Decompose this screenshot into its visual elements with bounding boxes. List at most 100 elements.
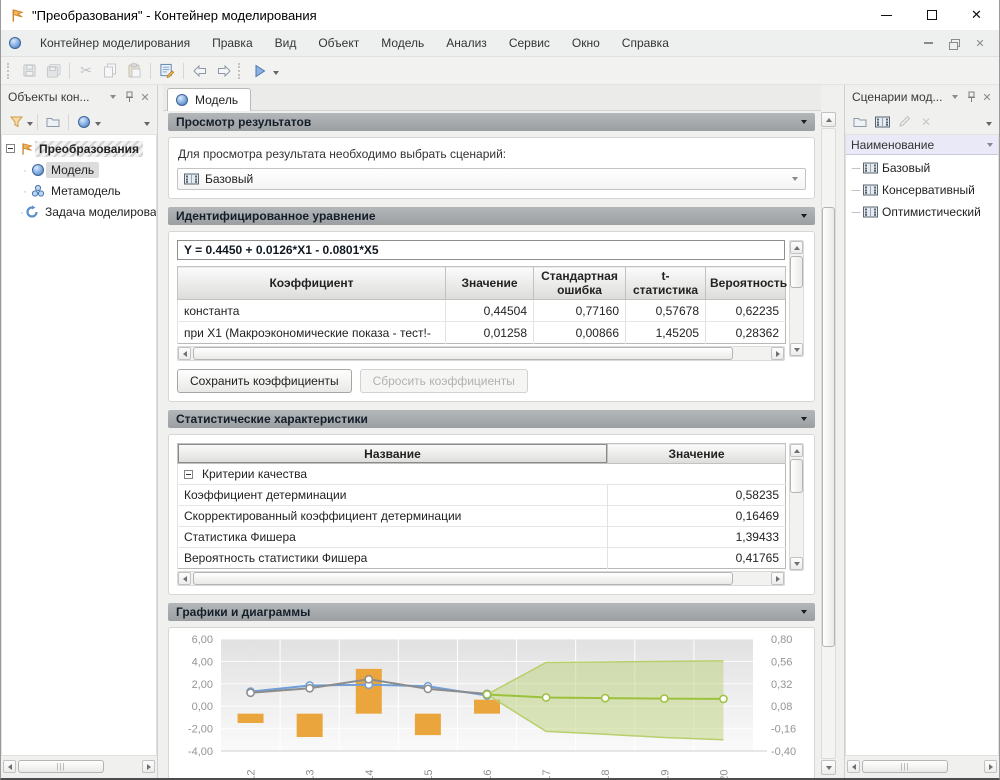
stats-vscrollbar[interactable] <box>789 443 804 571</box>
main-vscrollbar[interactable] <box>821 112 837 775</box>
collapse-section-icon[interactable] <box>801 214 807 218</box>
list-item-conservative[interactable]: ─ Консервативный <box>850 179 998 201</box>
close-button[interactable]: ✕ <box>954 0 999 30</box>
scroll-up-icon[interactable] <box>821 112 836 127</box>
scroll-left-icon[interactable] <box>178 572 191 585</box>
mdi-close-button[interactable]: ✕ <box>967 33 993 53</box>
col-coefficient[interactable]: Коэффициент <box>178 267 446 300</box>
scroll-right-icon[interactable] <box>142 760 155 773</box>
table-row[interactable]: константа 0,44504 0,77160 0,57678 0,6223… <box>178 300 786 322</box>
menu-analysis[interactable]: Анализ <box>435 32 498 54</box>
menu-object[interactable]: Объект <box>307 32 370 54</box>
collapse-group-icon[interactable] <box>184 470 193 479</box>
scroll-left-icon[interactable] <box>3 760 16 773</box>
scroll-left-icon[interactable] <box>178 347 191 360</box>
combo-caret-icon[interactable] <box>792 177 798 181</box>
col-value[interactable]: Значение <box>608 444 786 464</box>
folder-icon[interactable] <box>42 111 64 133</box>
mdi-minimize-button[interactable] <box>915 33 941 53</box>
scroll-down-icon[interactable] <box>821 760 836 775</box>
table-row[interactable]: Вероятность статистики Фишера0,41765 <box>178 548 786 569</box>
run-dropdown-caret-icon[interactable] <box>273 64 279 78</box>
equation-hscrollbar[interactable] <box>177 346 785 361</box>
maximize-button[interactable] <box>909 0 954 30</box>
filter-caret-icon[interactable] <box>27 115 33 129</box>
collapse-section-icon[interactable] <box>801 610 807 614</box>
menu-service[interactable]: Сервис <box>498 32 561 54</box>
collapse-section-icon[interactable] <box>801 120 807 124</box>
forward-icon[interactable] <box>212 60 236 82</box>
mdi-restore-button[interactable] <box>941 33 967 53</box>
back-icon[interactable] <box>188 60 212 82</box>
reset-coefficients-button[interactable]: Сбросить коэффициенты <box>360 369 528 393</box>
edit-pencil-icon[interactable] <box>893 111 915 133</box>
table-row[interactable]: при X1 (Макроэкономические показа - тест… <box>178 322 786 344</box>
list-item-basic[interactable]: ─ Базовый <box>850 157 998 179</box>
menu-window[interactable]: Окно <box>561 32 611 54</box>
section-header-charts[interactable]: Графики и диаграммы <box>168 603 815 621</box>
tab-model[interactable]: Модель <box>167 88 251 111</box>
col-name[interactable]: Название <box>178 444 608 464</box>
column-caret-icon[interactable] <box>987 143 993 147</box>
section-header-stats[interactable]: Статистические характеристики <box>168 410 815 428</box>
save-coefficients-button[interactable]: Сохранить коэффициенты <box>177 369 352 393</box>
paste-icon[interactable] <box>122 60 146 82</box>
list-item-optimistic[interactable]: ─ Оптимистический <box>850 201 998 223</box>
save-icon[interactable] <box>17 60 41 82</box>
model-filter-icon[interactable] <box>73 111 95 133</box>
section-header-results[interactable]: Просмотр результатов <box>168 113 815 131</box>
right-toolbar-caret-icon[interactable] <box>986 115 992 129</box>
tree-item-metamodel[interactable]: · Метамодель <box>6 180 156 201</box>
menu-container[interactable]: Контейнер моделирования <box>29 32 201 54</box>
equation-vscrollbar[interactable] <box>789 240 804 357</box>
run-icon[interactable] <box>248 60 272 82</box>
scroll-right-icon[interactable] <box>984 760 997 773</box>
cut-icon[interactable]: ✂ <box>74 60 98 82</box>
close-icon[interactable]: ✕ <box>979 89 995 105</box>
edit-icon[interactable] <box>155 60 179 82</box>
save-all-icon[interactable] <box>41 60 65 82</box>
scroll-right-icon[interactable] <box>771 572 784 585</box>
panel-menu-caret-icon[interactable] <box>105 89 121 105</box>
scenarios-column-header[interactable]: Наименование <box>846 135 998 155</box>
table-row[interactable]: Скорректированный коэффициент детерминац… <box>178 506 786 527</box>
panel-menu-caret-icon[interactable] <box>947 89 963 105</box>
menu-help[interactable]: Справка <box>611 32 680 54</box>
scenario-icon[interactable] <box>871 111 893 133</box>
pin-icon[interactable] <box>963 89 979 105</box>
scroll-up-icon[interactable] <box>790 444 803 457</box>
scroll-left-icon[interactable] <box>847 760 860 773</box>
scroll-up-icon[interactable] <box>790 241 803 254</box>
scroll-down-icon[interactable] <box>790 557 803 570</box>
tree-item-modeling-task[interactable]: · Задача моделирования <box>6 201 156 222</box>
tree-item-model[interactable]: · Модель <box>6 159 156 180</box>
group-row[interactable]: Критерии качества <box>178 464 786 485</box>
table-row[interactable]: Коэффициент детерминации0,58235 <box>178 485 786 506</box>
model-filter-caret-icon[interactable] <box>95 115 101 129</box>
scroll-down-icon[interactable] <box>790 343 803 356</box>
left-panel-hscrollbar[interactable]: ||| <box>3 758 155 775</box>
left-toolbar-caret-icon[interactable] <box>144 115 150 129</box>
scroll-right-icon[interactable] <box>771 347 784 360</box>
tree-root-row[interactable]: Преобразования <box>6 138 156 159</box>
section-header-equation[interactable]: Идентифицированное уравнение <box>168 207 815 225</box>
close-icon[interactable]: ✕ <box>137 89 153 105</box>
col-std-error[interactable]: Стандартная ошибка <box>534 267 626 300</box>
folder-icon[interactable] <box>849 111 871 133</box>
copy-icon[interactable] <box>98 60 122 82</box>
right-panel-hscrollbar[interactable]: ||| <box>847 758 997 775</box>
collapse-section-icon[interactable] <box>801 417 807 421</box>
menu-model[interactable]: Модель <box>370 32 435 54</box>
stats-hscrollbar[interactable] <box>177 571 785 586</box>
col-t-stat[interactable]: t-статистика <box>626 267 706 300</box>
table-row[interactable]: Статистика Фишера1,39433 <box>178 527 786 548</box>
menu-edit[interactable]: Правка <box>201 32 264 54</box>
delete-icon[interactable]: ✕ <box>915 111 937 133</box>
minimize-button[interactable] <box>864 0 909 30</box>
pin-icon[interactable] <box>121 89 137 105</box>
menu-view[interactable]: Вид <box>264 32 308 54</box>
col-value[interactable]: Значение <box>446 267 534 300</box>
scenario-combobox[interactable]: Базовый <box>177 168 806 190</box>
col-probability[interactable]: Вероятность <box>706 267 786 300</box>
collapse-expander-icon[interactable] <box>6 144 15 153</box>
